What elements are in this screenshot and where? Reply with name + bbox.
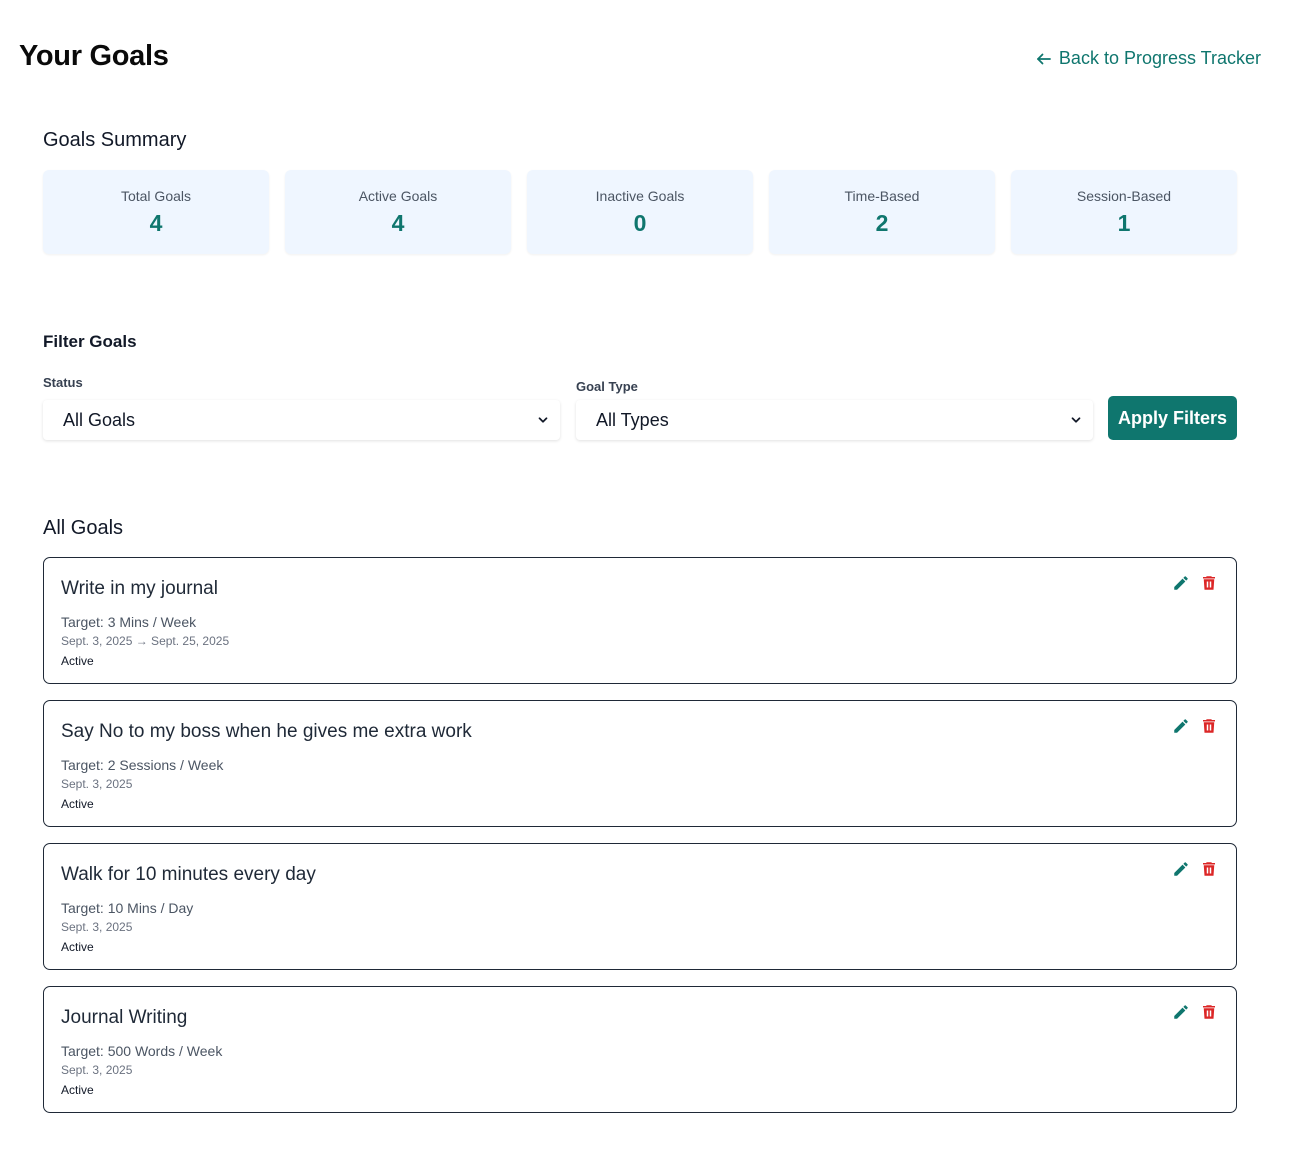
- goal-status: Active: [61, 940, 94, 954]
- chevron-down-icon: [536, 413, 550, 427]
- goal-title: Write in my journal: [61, 578, 218, 599]
- pencil-icon[interactable]: [1172, 1003, 1190, 1021]
- goal-actions: [1172, 717, 1218, 735]
- goal-actions: [1172, 574, 1218, 592]
- stat-label: Total Goals: [120, 188, 192, 204]
- status-select-value: All Goals: [63, 409, 136, 430]
- goals-page: Your Goals Back to Progress Tracker Goal…: [0, 0, 1303, 1172]
- goal-dates: Sept. 3, 2025: [61, 920, 133, 934]
- arrow-left-icon: [1035, 50, 1053, 68]
- stat-card-time-based: Time-Based 2: [769, 170, 995, 254]
- stat-value: 4: [149, 210, 163, 236]
- goal-dates: Sept. 3, 2025: [61, 777, 133, 791]
- goal-target: Target: 500 Words / Week: [61, 1043, 223, 1059]
- stat-label: Time-Based: [844, 188, 920, 204]
- goal-status: Active: [61, 1083, 94, 1097]
- trash-icon[interactable]: [1200, 574, 1218, 592]
- apply-filters-button[interactable]: Apply Filters: [1108, 396, 1237, 440]
- stat-value: 4: [391, 210, 405, 236]
- back-link-label: Back to Progress Tracker: [1058, 48, 1261, 68]
- goal-title: Walk for 10 minutes every day: [61, 864, 316, 885]
- pencil-icon[interactable]: [1172, 860, 1190, 878]
- goal-card: Write in my journal Target: 3 Mins / Wee…: [43, 557, 1237, 684]
- status-select[interactable]: All Goals: [43, 400, 560, 440]
- goal-card: Walk for 10 minutes every day Target: 10…: [43, 843, 1237, 970]
- page-title: Your Goals: [19, 40, 169, 72]
- goal-status: Active: [61, 654, 94, 668]
- goals-summary-title: Goals Summary: [43, 129, 187, 151]
- goal-target: Target: 2 Sessions / Week: [61, 757, 224, 773]
- trash-icon[interactable]: [1200, 1003, 1218, 1021]
- goal-actions: [1172, 860, 1218, 878]
- goal-card: Say No to my boss when he gives me extra…: [43, 700, 1237, 827]
- goal-status: Active: [61, 797, 94, 811]
- goal-card: Journal Writing Target: 500 Words / Week…: [43, 986, 1237, 1113]
- goal-title: Journal Writing: [61, 1007, 188, 1028]
- stat-card-total-goals: Total Goals 4: [43, 170, 269, 254]
- pencil-icon[interactable]: [1172, 717, 1190, 735]
- stat-label: Active Goals: [358, 188, 438, 204]
- stat-card-session-based: Session-Based 1: [1011, 170, 1237, 254]
- summary-cards: Total Goals 4 Active Goals 4 Inactive Go…: [43, 170, 1237, 254]
- chevron-down-icon: [1069, 413, 1083, 427]
- stat-value: 0: [633, 210, 647, 236]
- pencil-icon[interactable]: [1172, 574, 1190, 592]
- goal-type-label: Goal Type: [576, 379, 638, 394]
- stat-label: Inactive Goals: [595, 188, 685, 204]
- goal-type-select[interactable]: All Types: [576, 400, 1093, 440]
- stat-label: Session-Based: [1076, 188, 1172, 204]
- trash-icon[interactable]: [1200, 860, 1218, 878]
- back-to-progress-tracker-link[interactable]: Back to Progress Tracker: [1035, 48, 1261, 69]
- goal-target: Target: 10 Mins / Day: [61, 900, 194, 916]
- all-goals-title: All Goals: [43, 517, 124, 539]
- stat-card-active-goals: Active Goals 4: [285, 170, 511, 254]
- goal-target: Target: 3 Mins / Week: [61, 614, 197, 630]
- goal-type-select-value: All Types: [596, 409, 669, 430]
- filter-goals-title: Filter Goals: [43, 332, 137, 351]
- stat-value: 2: [875, 210, 889, 236]
- stat-value: 1: [1117, 210, 1131, 236]
- goal-actions: [1172, 1003, 1218, 1021]
- stat-card-inactive-goals: Inactive Goals 0: [527, 170, 753, 254]
- trash-icon[interactable]: [1200, 717, 1218, 735]
- status-label: Status: [43, 375, 83, 390]
- goal-dates: Sept. 3, 2025: [61, 1063, 133, 1077]
- goal-dates: Sept. 3, 2025 → Sept. 25, 2025: [61, 634, 230, 648]
- goal-title: Say No to my boss when he gives me extra…: [61, 721, 472, 742]
